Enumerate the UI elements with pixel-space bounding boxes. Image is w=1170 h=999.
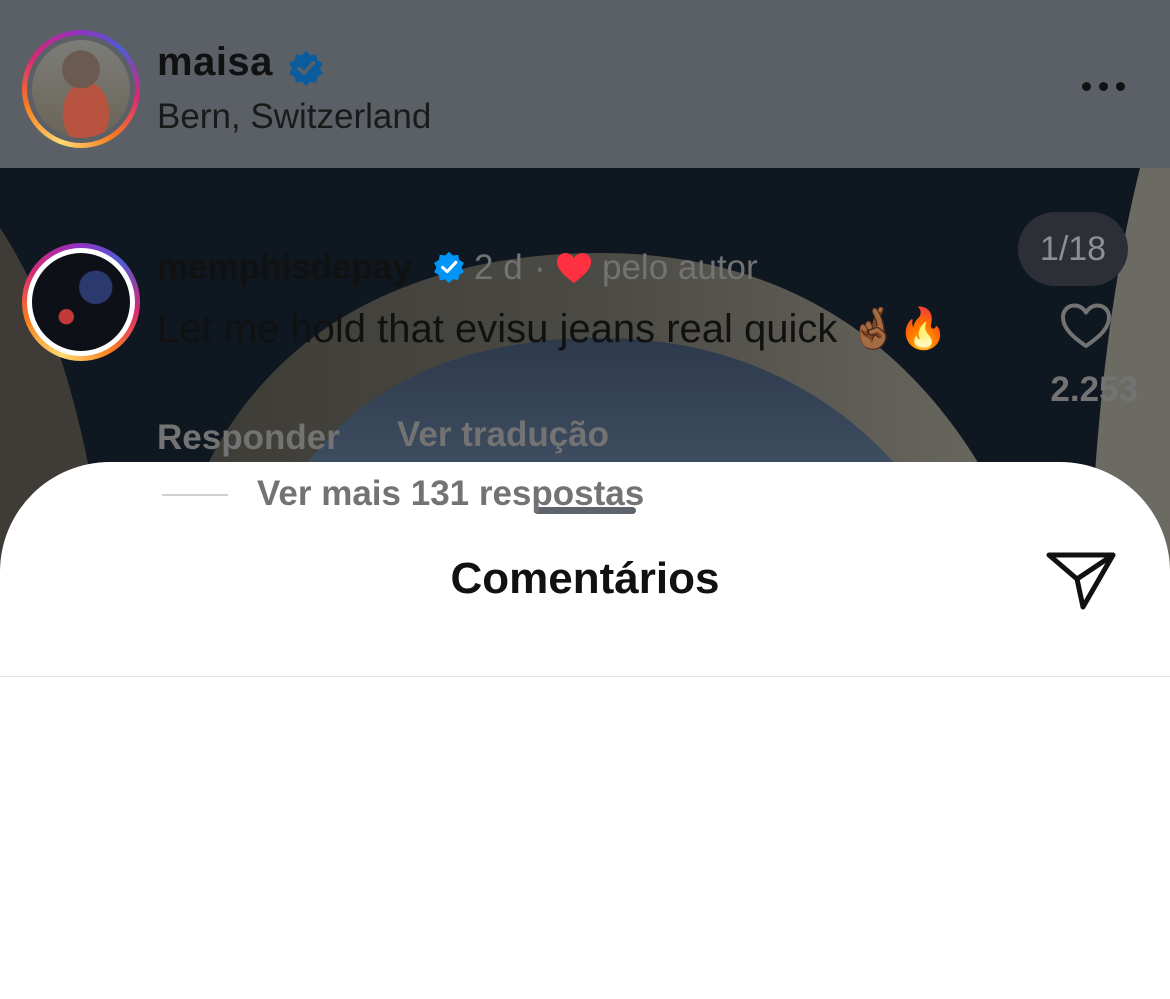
verified-badge-icon: [289, 50, 323, 87]
more-options-icon[interactable]: [1080, 80, 1128, 94]
liked-by-author-label: pelo autor: [602, 248, 758, 287]
comment-username[interactable]: memphisdepay: [157, 248, 412, 288]
owner-avatar[interactable]: [22, 30, 140, 148]
sheet-title: Comentários: [450, 554, 720, 603]
reply-button[interactable]: Responder: [157, 418, 340, 458]
view-more-replies-link[interactable]: Ver mais 131 respostas: [257, 474, 644, 514]
divider: [0, 676, 1170, 677]
media-counter-badge: 1/18: [1018, 212, 1128, 286]
like-heart-icon[interactable]: [1060, 302, 1112, 350]
comment-timestamp: 2 d: [474, 248, 523, 287]
verified-badge-icon: [434, 251, 464, 284]
replies-indent-line: [162, 494, 228, 496]
owner-avatar-photo: [32, 40, 130, 138]
translate-button[interactable]: Ver tradução: [397, 415, 609, 455]
share-icon[interactable]: [1045, 547, 1119, 613]
commenter-avatar[interactable]: [22, 243, 140, 361]
commenter-avatar-photo: [32, 253, 130, 351]
comment-like-count: 2.253: [1050, 370, 1138, 409]
post-location[interactable]: Bern, Switzerland: [157, 97, 431, 137]
heart-icon: [557, 253, 591, 283]
comments-sheet: Comentários: [0, 462, 1170, 999]
owner-username[interactable]: maisa: [157, 40, 273, 85]
separator-dot: ·: [534, 248, 546, 287]
comment-text: Let me hold that evisu jeans real quick …: [157, 307, 949, 351]
post-header: maisa Bern, Switzerland: [0, 0, 1170, 168]
